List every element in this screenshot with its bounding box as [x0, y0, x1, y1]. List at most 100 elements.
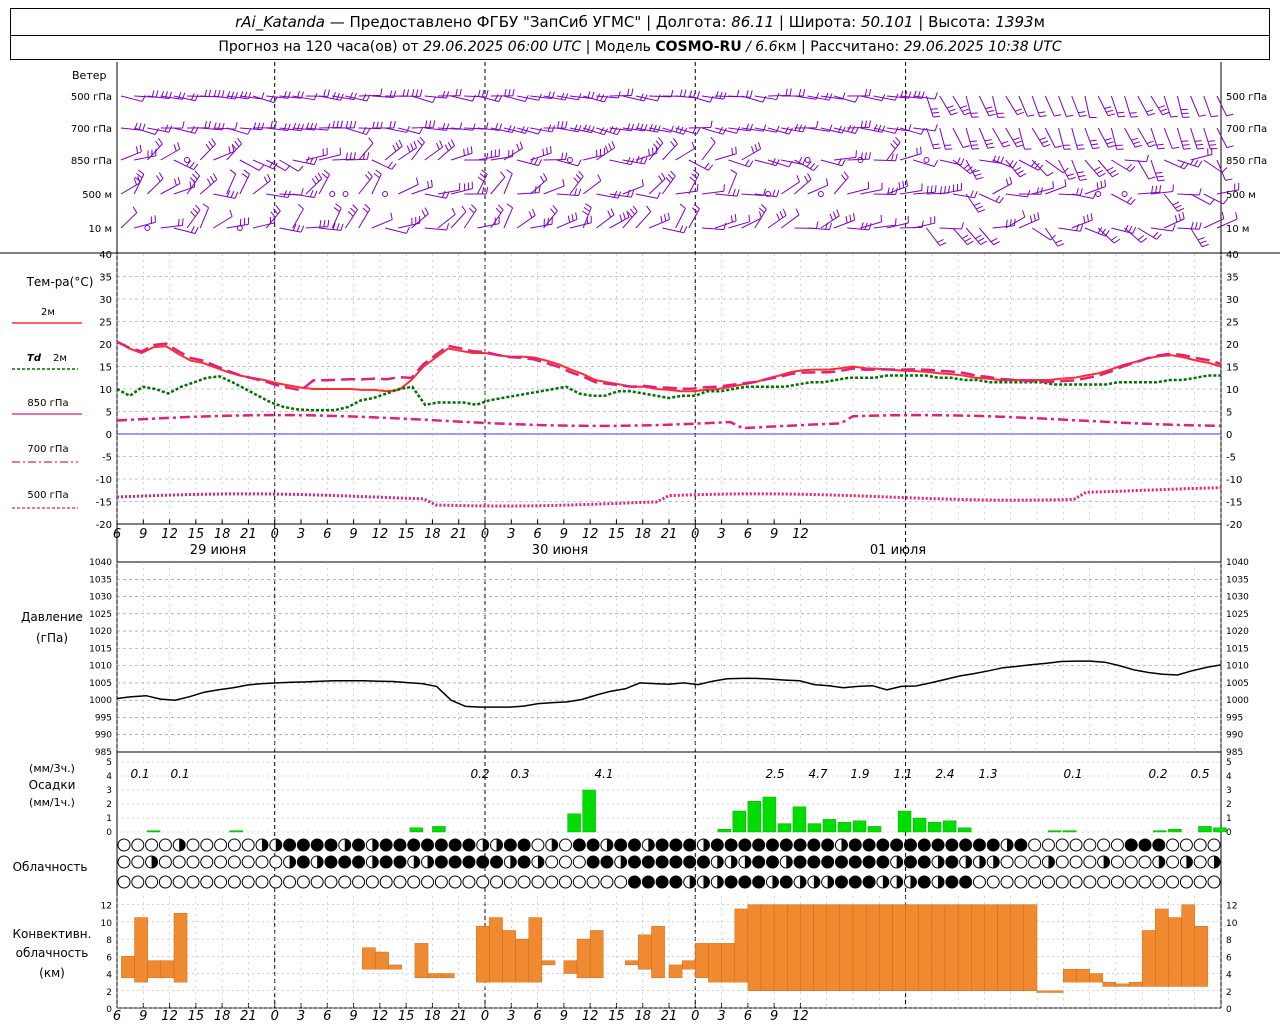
cloud-circle — [1083, 855, 1097, 869]
cloud-circle — [393, 838, 407, 852]
cloud-symbol — [807, 838, 821, 852]
wind-barb-flag — [934, 92, 938, 100]
conv-bar — [476, 925, 490, 983]
wind-barb-flag — [419, 136, 425, 143]
wind-barb-staff — [1031, 127, 1045, 148]
wind-barb-flag — [1146, 140, 1154, 144]
conv-bar — [515, 938, 530, 983]
wind-barb-flag — [672, 137, 678, 145]
wind-barb-flag — [1146, 109, 1154, 113]
conv-bar — [1155, 908, 1169, 987]
cloud-circle — [490, 855, 504, 869]
wind-barb-flag — [230, 91, 235, 99]
wind-barb-flag — [429, 120, 432, 128]
wind-barb-flag — [961, 234, 969, 239]
cloud-symbol — [462, 875, 476, 889]
wind-barb-flag — [391, 163, 397, 170]
cloud-symbol — [241, 875, 255, 889]
wind-barb-flag — [519, 141, 524, 149]
wind-barb-flag — [442, 123, 446, 131]
hour-label: 0 — [481, 1009, 489, 1024]
wind-barb-flag — [1159, 185, 1162, 193]
cloud-symbol — [338, 838, 352, 852]
cloud-symbol — [490, 875, 504, 889]
wind-barb-flag — [1099, 172, 1106, 178]
wind-barb-flag — [723, 184, 725, 192]
wind-barb-staff — [1045, 185, 1067, 195]
cloud-half — [427, 856, 434, 868]
wind-barb-staff — [635, 211, 652, 229]
wind-barb-flag — [157, 137, 163, 145]
wind-barb-staff — [1176, 95, 1184, 118]
wind-barb-flag — [1029, 215, 1033, 223]
wind-barb-staff — [1137, 127, 1150, 148]
cloud-symbol — [448, 875, 462, 889]
conv-bar — [375, 951, 389, 970]
wind-barb-staff — [1124, 127, 1136, 148]
cloud-circle — [214, 875, 228, 889]
conv-bar — [1089, 973, 1103, 983]
temp-tick-right: 25 — [1226, 318, 1239, 329]
temp-tick-right: 40 — [1226, 250, 1239, 261]
wind-barb-flag — [974, 191, 978, 199]
wind-barb-flag — [362, 93, 367, 101]
cloud-circle — [821, 855, 835, 869]
wind-barb-flag — [988, 113, 996, 117]
cloud-symbol — [517, 855, 531, 869]
cloud-symbol — [338, 855, 352, 869]
cloud-half — [896, 856, 903, 868]
wind-barb-flag — [1001, 140, 1009, 145]
wind-barb-flag — [323, 219, 326, 227]
wind-barb-flag — [1211, 115, 1219, 118]
cloud-symbol — [227, 855, 241, 869]
cloud-circle — [283, 875, 297, 889]
wind-barb-flag — [1005, 219, 1008, 227]
wind-barb-staff — [582, 207, 592, 229]
wind-barb-flag — [261, 92, 265, 100]
wind-barb-staff — [1018, 218, 1040, 229]
cloud-circle — [1138, 855, 1152, 869]
cloud-symbol — [572, 838, 586, 852]
temp-tick-left: 40 — [99, 250, 112, 261]
cloud-symbol — [365, 838, 379, 852]
cloud-symbol — [752, 875, 766, 889]
wind-barb-flag — [961, 222, 964, 230]
cloud-symbol — [793, 838, 807, 852]
cloud-circle — [683, 855, 697, 869]
cloud-symbol — [1179, 875, 1193, 889]
hour-label: 6 — [113, 527, 121, 542]
cloud-symbol — [200, 875, 214, 889]
cloud-circle — [972, 838, 986, 852]
hour-label: 3 — [507, 1009, 515, 1024]
cloud-symbol — [517, 838, 531, 852]
cloud-symbol — [421, 855, 435, 869]
cloud-symbol — [559, 875, 573, 889]
wind-barb-flag — [174, 178, 177, 186]
cloud-symbol — [1083, 855, 1097, 869]
wind-barb-staff — [411, 126, 434, 129]
cloud-circle — [655, 855, 669, 869]
wind-barb-flag — [336, 223, 340, 231]
wind-barb-flag — [663, 214, 667, 222]
t500-series — [116, 486, 1222, 508]
wind-barb-staff — [992, 182, 1013, 195]
wind-barb-flag — [237, 137, 242, 145]
wind-barb-flag — [976, 176, 984, 180]
wind-barb-staff — [701, 190, 724, 195]
precip-bar — [432, 826, 446, 833]
wind-barb-flag — [880, 214, 883, 222]
cloud-symbol — [752, 855, 766, 869]
cloud-circle — [1055, 855, 1069, 869]
cloud-symbol — [614, 875, 628, 889]
conv-bar — [905, 904, 919, 991]
wind-barb-flag — [894, 126, 899, 134]
wind-barb-flag — [340, 223, 344, 231]
precip-accum-label: 0.2 — [1148, 767, 1167, 781]
cloud-half — [151, 856, 158, 868]
wind-barb-staff — [1044, 95, 1055, 117]
cloud-circle — [1207, 838, 1221, 852]
wind-barb-staff — [490, 176, 506, 195]
conv-tick-left: 6 — [106, 953, 112, 963]
cloud-symbol — [1028, 838, 1042, 852]
cloud-symbol — [448, 838, 462, 852]
